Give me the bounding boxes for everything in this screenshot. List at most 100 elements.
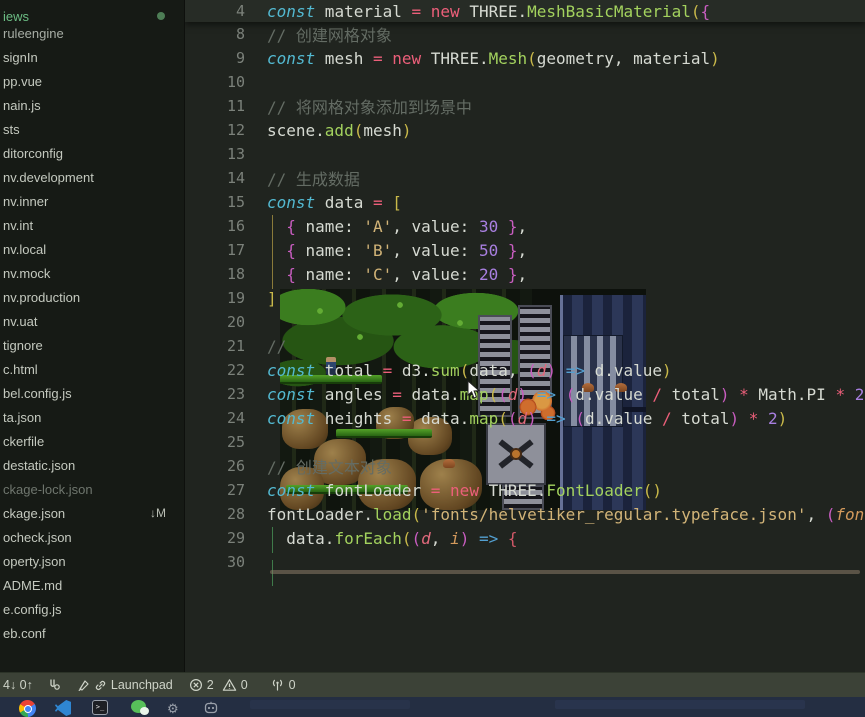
- sidebar-item-ckage-json[interactable]: ckage.json↓M: [0, 501, 185, 525]
- code-line[interactable]: 15const data = [: [185, 190, 865, 214]
- file-label: e.config.js: [3, 602, 62, 617]
- code-line[interactable]: 28fontLoader.load('fonts/helvetiker_regu…: [185, 502, 865, 526]
- sidebar-item-ta-json[interactable]: ta.json: [0, 405, 185, 429]
- sidebar-item-destatic-json[interactable]: destatic.json: [0, 453, 185, 477]
- code-line[interactable]: 22const total = d3.sum(data, (d) => d.va…: [185, 358, 865, 382]
- terminal-icon-art: >_: [92, 700, 108, 715]
- sidebar-item-ditorconfig[interactable]: ditorconfig: [0, 141, 185, 165]
- code-line[interactable]: 23const angles = data.map((d) => (d.valu…: [185, 382, 865, 406]
- code-text: ]: [267, 289, 277, 308]
- sidebar-item-ruleengine[interactable]: ruleengine: [0, 21, 185, 45]
- taskbar-window-strip[interactable]: [250, 700, 410, 709]
- sidebar-item-bel-config-js[interactable]: bel.config.js: [0, 381, 185, 405]
- git-sync-status[interactable]: 4↓ 0↑: [3, 678, 33, 692]
- vscode-icon[interactable]: [55, 700, 72, 717]
- sidebar-item-nv-development[interactable]: nv.development: [0, 165, 185, 189]
- chrome-icon[interactable]: [19, 700, 36, 717]
- launchpad-button[interactable]: Launchpad: [77, 678, 173, 692]
- file-label: nv.mock: [3, 266, 50, 281]
- sidebar-item-ocheck-json[interactable]: ocheck.json: [0, 525, 185, 549]
- sidebar-item-ckerfile[interactable]: ckerfile: [0, 429, 185, 453]
- code-line[interactable]: 14 // 生成数据: [185, 166, 865, 190]
- code-line[interactable]: 9const mesh = new THREE.Mesh(geometry, m…: [185, 46, 865, 70]
- sidebar-item-nain-js[interactable]: nain.js: [0, 93, 185, 117]
- sidebar-item-nv-production[interactable]: nv.production: [0, 285, 185, 309]
- git-status-badge: ↓M: [150, 506, 166, 520]
- sidebar-item-adme-md[interactable]: ADME.md: [0, 573, 185, 597]
- sidebar-item-nv-inner[interactable]: nv.inner: [0, 189, 185, 213]
- file-label: ckerfile: [3, 434, 44, 449]
- line-number: 29: [185, 529, 245, 547]
- code-line[interactable]: 13: [185, 142, 865, 166]
- file-label: tignore: [3, 338, 43, 353]
- line-number: 27: [185, 481, 245, 499]
- sidebar-item-eb-conf[interactable]: eb.conf: [0, 621, 185, 645]
- code-line[interactable]: 12scene.add(mesh): [185, 118, 865, 142]
- sidebar-item-ckage-lock-json[interactable]: ckage-lock.json: [0, 477, 185, 501]
- remote-tools-button[interactable]: [47, 678, 61, 692]
- line-number: 19: [185, 289, 245, 307]
- line-number: 16: [185, 217, 245, 235]
- line-number: 11: [185, 97, 245, 115]
- code-text: data.forEach((d, i) => {: [267, 529, 518, 548]
- code-line[interactable]: 26// 创建文本对象: [185, 454, 865, 478]
- code-line[interactable]: 10: [185, 70, 865, 94]
- line-number: 14: [185, 169, 245, 187]
- code-line[interactable]: 16 { name: 'A', value: 30 },: [185, 214, 865, 238]
- file-label: sts: [3, 122, 20, 137]
- file-label: ta.json: [3, 410, 41, 425]
- line-number: 15: [185, 193, 245, 211]
- network-indicator[interactable]: 0: [270, 678, 296, 692]
- problems-indicator[interactable]: 2 0: [189, 678, 248, 692]
- sidebar-item-nv-int[interactable]: nv.int: [0, 213, 185, 237]
- sidebar-item-signin[interactable]: signIn: [0, 45, 185, 69]
- line-number: 8: [185, 25, 245, 43]
- terminal-icon[interactable]: >_: [92, 700, 109, 717]
- code-line[interactable]: 11 // 将网格对象添加到场景中: [185, 94, 865, 118]
- sidebar-item-nv-mock[interactable]: nv.mock: [0, 261, 185, 285]
- modified-dot: [157, 12, 165, 20]
- code-text: const angles = data.map((d) => (d.value …: [267, 385, 864, 404]
- code-line[interactable]: 17 { name: 'B', value: 50 },: [185, 238, 865, 262]
- code-text: const total = d3.sum(data, (d) => d.valu…: [267, 361, 672, 380]
- code-rows: 8// 创建网格对象9const mesh = new THREE.Mesh(g…: [185, 22, 865, 574]
- code-line[interactable]: 8// 创建网格对象: [185, 22, 865, 46]
- code-text: // 将网格对象添加到场景中: [267, 94, 472, 118]
- sidebar-item-tignore[interactable]: tignore: [0, 333, 185, 357]
- wechat-icon[interactable]: [131, 700, 148, 717]
- sidebar-item-nv-local[interactable]: nv.local: [0, 237, 185, 261]
- code-line[interactable]: 27const fontLoader = new THREE.FontLoade…: [185, 478, 865, 502]
- code-text: fontLoader.load('fonts/helvetiker_regula…: [267, 505, 864, 524]
- code-line[interactable]: 20: [185, 310, 865, 334]
- sidebar-item-c-html[interactable]: c.html: [0, 357, 185, 381]
- code-line[interactable]: 4const material = new THREE.MeshBasicMat…: [185, 0, 865, 22]
- sidebar-item-sts[interactable]: sts: [0, 117, 185, 141]
- code-line[interactable]: 25: [185, 430, 865, 454]
- taskbar-window-strip[interactable]: [555, 700, 805, 709]
- code-line[interactable]: 19]: [185, 286, 865, 310]
- code-editor[interactable]: 8// 创建网格对象9const mesh = new THREE.Mesh(g…: [185, 0, 865, 672]
- settings-gear-icon[interactable]: ⚙: [167, 700, 184, 717]
- horizontal-scrollbar[interactable]: [270, 570, 860, 574]
- code-line[interactable]: 24const heights = data.map((d) => (d.val…: [185, 406, 865, 430]
- bot-icon[interactable]: [203, 700, 220, 717]
- sidebar-item-nv-uat[interactable]: nv.uat: [0, 309, 185, 333]
- code-line[interactable]: 29 data.forEach((d, i) => {: [185, 526, 865, 550]
- file-label: nv.production: [3, 290, 80, 305]
- code-line[interactable]: 18 { name: 'C', value: 20 },: [185, 262, 865, 286]
- sidebar-item-e-config-js[interactable]: e.config.js: [0, 597, 185, 621]
- code-text: const heights = data.map((d) => (d.value…: [267, 409, 787, 428]
- sidebar-item-operty-json[interactable]: operty.json: [0, 549, 185, 573]
- indent-guide: [272, 239, 273, 265]
- code-line[interactable]: 21//: [185, 334, 865, 358]
- warning-icon: [222, 678, 237, 692]
- sidebar-item-pp-vue[interactable]: pp.vue: [0, 69, 185, 93]
- code-text: // 生成数据: [267, 166, 360, 190]
- line-number: 30: [185, 553, 245, 571]
- file-label: signIn: [3, 50, 38, 65]
- sticky-scroll-row[interactable]: 4const material = new THREE.MeshBasicMat…: [185, 0, 865, 22]
- chrome-icon-art: [19, 700, 36, 717]
- link-icon: [94, 679, 107, 692]
- wechat-icon-art: [131, 700, 146, 713]
- file-explorer: iewsruleenginesignInpp.vuenain.jsstsdito…: [0, 0, 185, 672]
